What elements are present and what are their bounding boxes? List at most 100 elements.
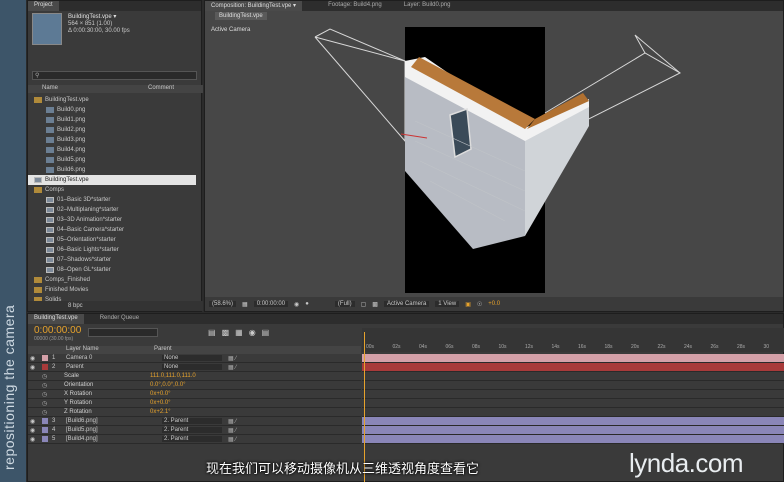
layer-name[interactable]: Parent [66, 364, 162, 370]
camera-icon[interactable]: ◉ [294, 301, 299, 308]
property-track[interactable] [362, 399, 784, 408]
stopwatch-icon[interactable]: ◷ [28, 400, 64, 407]
project-item[interactable]: 05–Orientation*starter [28, 235, 196, 245]
switches[interactable]: ▦ ⁄ [228, 355, 236, 362]
property-value[interactable]: 0x+0.0° [150, 391, 171, 397]
property-row[interactable]: ◷ X Rotation 0x+0.0° [28, 390, 361, 399]
layer-name[interactable]: [Build6.png] [66, 418, 162, 424]
project-item[interactable]: 06–Basic Lights*starter [28, 245, 196, 255]
label-color[interactable] [42, 418, 48, 424]
layer-row[interactable]: ◉ 1 Camera 0 None ▦ ⁄ [28, 354, 361, 363]
grid-icon[interactable]: ▦ [242, 301, 248, 308]
property-track[interactable] [362, 408, 784, 417]
col-name[interactable]: Name [28, 85, 148, 93]
layer-row[interactable]: ◉ 2 Parent None ▦ ⁄ [28, 363, 361, 372]
project-item[interactable]: Comps_Finished [28, 275, 196, 285]
timeline-timecode[interactable]: 0:00:00:00 [34, 325, 81, 336]
property-track[interactable] [362, 381, 784, 390]
switches[interactable]: ▦ ⁄ [228, 364, 236, 371]
layer-name[interactable]: Camera 0 [66, 355, 162, 361]
property-value[interactable]: 0.0°,0.0°,0.0° [150, 382, 186, 388]
layer-row[interactable]: ◉ 5 [Build4.png] 2. Parent ▦ ⁄ [28, 435, 361, 444]
resolution-select[interactable]: (Full) [334, 301, 355, 307]
layer-bar[interactable] [362, 426, 784, 435]
property-row[interactable]: ◷ Scale 111.0,111.0,111.0 [28, 372, 361, 381]
parent-select[interactable]: 2. Parent [162, 418, 222, 424]
comp-viewer[interactable] [205, 21, 783, 293]
view-select[interactable]: Active Camera [383, 301, 430, 307]
parent-select[interactable]: 2. Parent [162, 436, 222, 442]
shy-icon[interactable]: ▩ [222, 328, 230, 337]
project-item[interactable]: 02–Multiplaning*starter [28, 205, 196, 215]
frame-blend-icon[interactable]: ▦ [235, 328, 243, 337]
project-item[interactable]: Finished Movies [28, 285, 196, 295]
time-ruler[interactable]: 00s 02s 04s 06s 08s 10s 12s 14s 16s 18s 20s 22s 24s 2… [362, 328, 784, 352]
col-layer-name[interactable]: Layer Name [28, 346, 154, 354]
stopwatch-icon[interactable]: ◷ [28, 373, 64, 380]
property-value[interactable]: 111.0,111.0,111.0 [150, 373, 196, 379]
property-value[interactable]: 0x+0.0° [150, 400, 171, 406]
project-item[interactable]: 08–Open GL*starter [28, 265, 196, 275]
layer-row[interactable]: ◉ 4 [Build5.png] 2. Parent ▦ ⁄ [28, 426, 361, 435]
stopwatch-icon[interactable]: ◷ [28, 391, 64, 398]
col-parent[interactable]: Parent [154, 346, 172, 354]
tab-render-queue[interactable]: Render Queue [94, 314, 145, 324]
tab-project[interactable]: Project [28, 1, 59, 11]
project-item[interactable]: Build5.png [28, 155, 196, 165]
visibility-icon[interactable]: ◉ [28, 355, 38, 362]
project-search-input[interactable]: ⚲ [32, 71, 197, 80]
property-value[interactable]: 0x+2.1° [150, 409, 171, 415]
property-track[interactable] [362, 372, 784, 381]
label-color[interactable] [42, 355, 48, 361]
exposure-icon[interactable]: ☉ [477, 301, 482, 308]
project-item[interactable]: Build1.png [28, 115, 196, 125]
parent-select[interactable]: None [162, 364, 222, 370]
project-item[interactable]: Build6.png [28, 165, 196, 175]
layer-bar[interactable] [362, 354, 784, 363]
layer-bar[interactable] [362, 363, 784, 372]
visibility-icon[interactable]: ◉ [28, 436, 38, 443]
stopwatch-icon[interactable]: ◷ [28, 409, 64, 416]
timecode-display[interactable]: 0:00:00:00 [253, 301, 289, 307]
zoom-select[interactable]: (58.6%) [209, 301, 237, 307]
motion-blur-icon[interactable]: ◉ [249, 328, 256, 337]
project-item[interactable]: 01–Basic 3D*starter [28, 195, 196, 205]
graph-editor-icon[interactable]: ▤ [262, 328, 270, 337]
views-select[interactable]: 1 View [435, 301, 460, 307]
project-item[interactable]: Build2.png [28, 125, 196, 135]
bpc-label[interactable]: 8 bpc [68, 303, 83, 309]
project-item[interactable]: BuildingTest.vpe [28, 95, 196, 105]
comp-subtab[interactable]: BuildingTest.vpe [215, 12, 267, 20]
tab-footage[interactable]: Footage: Build4.png [322, 1, 388, 11]
project-item[interactable]: Build4.png [28, 145, 196, 155]
visibility-icon[interactable]: ◉ [28, 364, 38, 371]
switches[interactable]: ▦ ⁄ [228, 436, 236, 443]
property-row[interactable]: ◷ Z Rotation 0x+2.1° [28, 408, 361, 417]
label-color[interactable] [42, 427, 48, 433]
layer-name[interactable]: [Build4.png] [66, 436, 162, 442]
switches[interactable]: ▦ ⁄ [228, 418, 236, 425]
parent-select[interactable]: 2. Parent [162, 427, 222, 433]
label-color[interactable] [42, 436, 48, 442]
property-row[interactable]: ◷ Orientation 0.0°,0.0°,0.0° [28, 381, 361, 390]
color-icon[interactable]: ● [305, 301, 309, 307]
project-item[interactable]: 03–3D Animation*starter [28, 215, 196, 225]
visibility-icon[interactable]: ◉ [28, 427, 38, 434]
visibility-icon[interactable]: ◉ [28, 418, 38, 425]
switches[interactable]: ▦ ⁄ [228, 427, 236, 434]
project-item[interactable]: BuildingTest.vpe [28, 175, 196, 185]
tab-timeline[interactable]: BuildingTest.vpe [28, 314, 84, 324]
parent-select[interactable]: None [162, 355, 222, 361]
property-track[interactable] [362, 390, 784, 399]
exposure-value[interactable]: +0.0 [488, 301, 500, 307]
layer-bar[interactable] [362, 417, 784, 426]
transparency-icon[interactable]: ▩ [372, 301, 378, 308]
tab-composition[interactable]: Composition: BuildingTest.vpe ▾ [205, 1, 303, 11]
col-comment[interactable]: Comment [148, 85, 174, 93]
layer-row[interactable]: ◉ 3 [Build6.png] 2. Parent ▦ ⁄ [28, 417, 361, 426]
layer-name[interactable]: [Build5.png] [66, 427, 162, 433]
fast-preview-icon[interactable]: ▣ [465, 301, 471, 308]
property-row[interactable]: ◷ Y Rotation 0x+0.0° [28, 399, 361, 408]
stopwatch-icon[interactable]: ◷ [28, 382, 64, 389]
label-color[interactable] [42, 364, 48, 370]
